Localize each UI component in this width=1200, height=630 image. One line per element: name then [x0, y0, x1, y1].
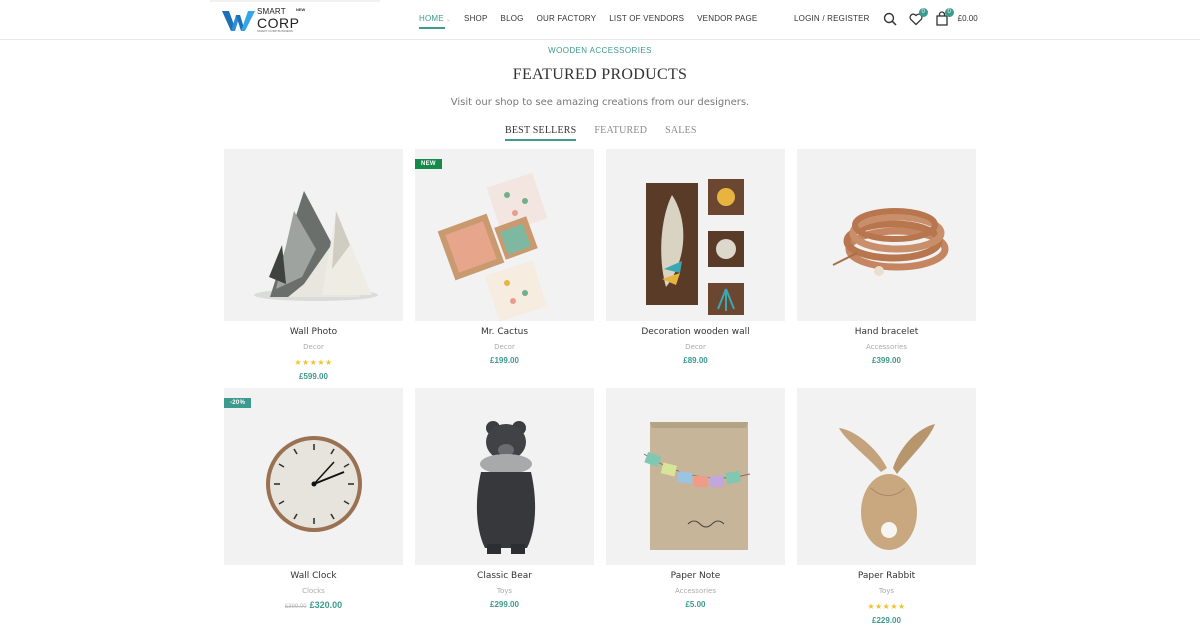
product-name[interactable]: Wall Photo: [224, 327, 403, 337]
discount-badge: -20%: [224, 398, 252, 408]
header-top-line: [210, 0, 380, 2]
product-price: £229.00: [872, 616, 901, 625]
product-category[interactable]: Accessories: [797, 343, 976, 351]
site-header: SMART CORP SMART CORP BUSINESS NEW HOME ⌄…: [0, 0, 1200, 40]
logo-line2: CORP: [257, 14, 300, 31]
nav-our-factory[interactable]: OUR FACTORY: [537, 13, 597, 26]
chevron-down-icon: ⌄: [445, 17, 452, 23]
product-category[interactable]: Accessories: [606, 587, 785, 595]
product-card: Classic Bear Toys £299.00: [415, 388, 594, 609]
main-nav: HOME ⌄ SHOP BLOG OUR FACTORY LIST OF VEND…: [419, 13, 757, 29]
logo-tagline: SMART CORP BUSINESS: [257, 28, 293, 33]
nav-shop[interactable]: SHOP: [464, 13, 487, 26]
product-image[interactable]: NEW: [415, 149, 594, 321]
decoration-wooden-wall-image: [646, 179, 744, 315]
product-tabs: BEST SELLERS FEATURED SALES: [505, 124, 697, 141]
product-card: Decoration wooden wall Decor £89.00: [606, 149, 785, 365]
product-category[interactable]: Clocks: [224, 587, 403, 595]
product-card: -20% Wall Clock Clocks £399.00 £320.00: [224, 388, 403, 610]
product-name[interactable]: Paper Note: [606, 571, 785, 581]
product-category[interactable]: Decor: [415, 343, 594, 351]
product-card: Paper Note Accessories £5.00: [606, 388, 785, 609]
wall-clock-image: [266, 436, 362, 532]
product-image[interactable]: [797, 388, 976, 565]
login-register-link[interactable]: LOGIN / REGISTER: [794, 11, 870, 27]
product-image[interactable]: [606, 149, 785, 321]
product-price: £399.00: [872, 356, 901, 365]
product-price: £599.00: [299, 372, 328, 381]
product-price: £5.00: [685, 600, 706, 609]
rating-stars: ★★★★★: [294, 358, 333, 367]
logo-w-icon: [222, 11, 255, 31]
heart-icon[interactable]: 0: [908, 8, 928, 27]
product-image[interactable]: [797, 149, 976, 321]
wall-photo-image: [254, 191, 378, 301]
classic-bear-image: [476, 421, 536, 554]
product-category[interactable]: Toys: [415, 587, 594, 595]
product-image[interactable]: -20%: [224, 388, 403, 565]
nav-list-of-vendors[interactable]: LIST OF VENDORS: [609, 13, 684, 26]
header-tools: LOGIN / REGISTER 0 0 £0.00: [794, 8, 978, 27]
sale-price: £320.00: [309, 600, 343, 610]
mr-cactus-image: [437, 172, 548, 321]
product-card: NEW Mr. Cactus Decor £199.00: [415, 149, 594, 365]
cart-count: 0: [944, 8, 954, 17]
product-name[interactable]: Paper Rabbit: [797, 571, 976, 581]
product-price: £299.00: [490, 600, 519, 609]
section-description: Visit our shop to see amazing creations …: [450, 97, 750, 108]
new-badge: NEW: [415, 159, 442, 169]
section-title: FEATURED PRODUCTS: [512, 66, 688, 83]
nav-home[interactable]: HOME ⌄: [419, 13, 452, 29]
tab-best-sellers[interactable]: BEST SELLERS: [505, 124, 577, 141]
product-image[interactable]: [606, 388, 785, 565]
product-image[interactable]: [415, 388, 594, 565]
nav-blog[interactable]: BLOG: [501, 13, 524, 26]
cart-total[interactable]: £0.00: [958, 11, 978, 27]
product-image[interactable]: [224, 149, 403, 321]
tab-sales[interactable]: SALES: [665, 124, 697, 137]
product-name[interactable]: Wall Clock: [224, 571, 403, 581]
product-name[interactable]: Decoration wooden wall: [606, 327, 785, 337]
tab-featured[interactable]: FEATURED: [594, 124, 647, 137]
product-name[interactable]: Classic Bear: [415, 571, 594, 581]
nav-home-label: HOME: [419, 14, 444, 23]
search-icon[interactable]: [882, 11, 898, 27]
product-price: £89.00: [683, 356, 708, 365]
product-price: £199.00: [490, 356, 519, 365]
paper-note-image: [643, 422, 751, 550]
product-price: £399.00 £320.00: [224, 600, 403, 610]
section-subtitle: WOODEN ACCESSORIES: [548, 46, 652, 55]
product-category[interactable]: Decor: [606, 343, 785, 351]
nav-vendor-page[interactable]: VENDOR PAGE: [697, 13, 757, 26]
logo[interactable]: SMART CORP SMART CORP BUSINESS NEW: [222, 6, 305, 34]
product-category[interactable]: Decor: [224, 343, 403, 351]
paper-rabbit-image: [839, 424, 935, 550]
product-category[interactable]: Toys: [797, 587, 976, 595]
product-card: Paper Rabbit Toys ★★★★★ £229.00: [797, 388, 976, 625]
wishlist-count: 0: [918, 8, 928, 17]
product-card: Wall Photo Decor ★★★★★ £599.00: [224, 149, 403, 381]
product-card: Hand bracelet Accessories £399.00: [797, 149, 976, 365]
rating-stars: ★★★★★: [867, 602, 906, 611]
product-name[interactable]: Hand bracelet: [797, 327, 976, 337]
logo-badge: NEW: [296, 7, 306, 12]
shopping-bag-icon[interactable]: 0: [934, 8, 954, 27]
hand-bracelet-image: [832, 208, 949, 276]
product-name[interactable]: Mr. Cactus: [415, 327, 594, 337]
old-price: £399.00: [284, 604, 307, 610]
